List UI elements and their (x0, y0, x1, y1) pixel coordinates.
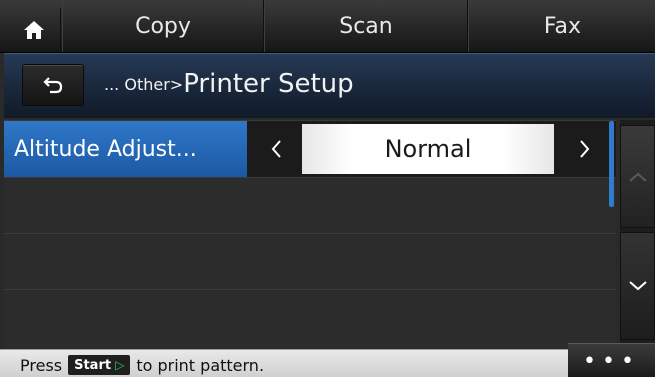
tab-copy-label: Copy (135, 13, 191, 39)
list-item (4, 233, 616, 290)
chevron-left-icon (271, 140, 281, 158)
chevron-up-icon (628, 172, 647, 182)
tab-scan-label: Scan (339, 13, 393, 39)
setting-label[interactable]: Altitude Adjust... (4, 121, 247, 177)
status-suffix: to print pattern. (136, 355, 265, 375)
setting-value[interactable]: Normal (302, 124, 554, 174)
status-prefix: Press (20, 355, 63, 375)
home-icon (24, 21, 44, 39)
list-item (4, 289, 616, 350)
tab-fax[interactable]: Fax (468, 0, 655, 52)
more-options-button[interactable]: ••• (568, 343, 655, 377)
list-item-altitude-adjust: Altitude Adjust... Normal (4, 120, 616, 178)
chevron-down-icon (628, 281, 647, 291)
more-options-icon: ••• (583, 348, 640, 374)
start-key-indicator: Start ▷ (68, 355, 131, 375)
page-title: Printer Setup (183, 69, 354, 99)
tab-copy[interactable]: Copy (62, 0, 264, 52)
tab-fax-label: Fax (543, 13, 582, 39)
scroll-down-button[interactable] (620, 232, 655, 340)
play-icon: ▷ (115, 358, 125, 372)
previous-value-button[interactable] (251, 121, 301, 177)
top-nav-bar: Copy Scan Fax (0, 0, 655, 53)
title-bar: ... Other> Printer Setup (4, 53, 655, 118)
back-button[interactable] (22, 64, 84, 106)
status-message: Press Start ▷ to print pattern. (20, 355, 264, 375)
chevron-right-icon (580, 140, 590, 158)
breadcrumb-parent[interactable]: ... Other> (104, 75, 183, 94)
list-item (4, 177, 616, 234)
tab-scan[interactable]: Scan (264, 0, 468, 52)
scroll-up-button[interactable] (620, 125, 655, 228)
scrollbar-thumb[interactable] (609, 121, 614, 207)
status-bar: Press Start ▷ to print pattern. (0, 349, 655, 377)
start-label: Start (74, 357, 112, 373)
settings-list: Altitude Adjust... Normal (4, 120, 616, 350)
next-value-button[interactable] (560, 121, 610, 177)
breadcrumb: ... Other> Printer Setup (104, 66, 354, 102)
back-arrow-icon (43, 77, 63, 94)
home-button[interactable] (8, 8, 61, 52)
printer-panel-screen: Copy Scan Fax ... Other> Printer Setup A… (0, 0, 655, 377)
